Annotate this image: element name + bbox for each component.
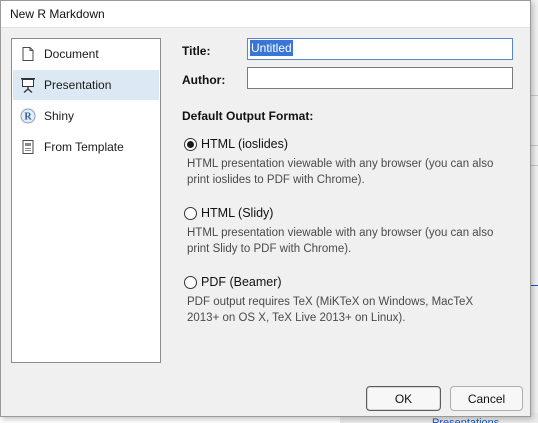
description-line: print ioslides to PDF with Chrome). xyxy=(187,174,365,186)
ioslides-radio[interactable] xyxy=(184,137,197,151)
sidebar-item-label: From Template xyxy=(44,140,124,154)
author-input[interactable] xyxy=(247,67,513,89)
author-label: Author: xyxy=(182,73,226,87)
beamer-description: PDF output requires TeX (MiKTeX on Windo… xyxy=(187,294,517,326)
format-option-beamer[interactable]: PDF (Beamer) xyxy=(184,275,282,289)
sidebar-item-document[interactable]: Document xyxy=(13,39,159,69)
template-icon xyxy=(20,139,36,155)
sidebar-item-from-template[interactable]: From Template xyxy=(13,132,159,162)
description-line: 2013+ on OS X, TeX Live 2013+ on Linux). xyxy=(187,312,406,324)
format-option-slidy[interactable]: HTML (Slidy) xyxy=(184,206,273,220)
option-label: HTML (Slidy) xyxy=(201,206,274,220)
sidebar-item-label: Document xyxy=(44,47,99,61)
sidebar-item-presentation[interactable]: Presentation xyxy=(13,70,159,100)
option-label: HTML (ioslides) xyxy=(201,137,289,151)
title-label: Title: xyxy=(182,44,211,58)
dialog-titlebar[interactable]: New R Markdown xyxy=(1,1,530,28)
sidebar-item-label: Presentation xyxy=(44,78,112,92)
category-list[interactable]: Document Presentation R Shiny From Templ… xyxy=(11,38,161,363)
slidy-description: HTML presentation viewable with any brow… xyxy=(187,225,517,257)
description-line: print Slidy to PDF with Chrome). xyxy=(187,243,352,255)
shiny-r-icon: R xyxy=(20,108,36,124)
sidebar-item-label: Shiny xyxy=(44,109,75,123)
option-label: PDF (Beamer) xyxy=(201,275,282,289)
cancel-button[interactable]: Cancel xyxy=(450,386,523,411)
slidy-radio[interactable] xyxy=(184,206,197,220)
ioslides-description: HTML presentation viewable with any brow… xyxy=(187,156,517,188)
description-line: HTML presentation viewable with any brow… xyxy=(187,227,494,239)
output-format-heading: Default Output Format: xyxy=(182,109,314,123)
svg-text:R: R xyxy=(24,112,32,123)
sidebar-item-shiny[interactable]: R Shiny xyxy=(13,101,159,131)
description-line: PDF output requires TeX (MiKTeX on Windo… xyxy=(187,296,474,308)
title-input[interactable]: Untitled xyxy=(247,38,513,60)
beamer-radio[interactable] xyxy=(184,275,197,289)
new-r-markdown-dialog: New R Markdown Document Presentation R S… xyxy=(0,0,531,417)
presentation-icon xyxy=(20,77,36,93)
format-option-ioslides[interactable]: HTML (ioslides) xyxy=(184,137,288,151)
ok-button[interactable]: OK xyxy=(366,386,441,411)
title-input-value: Untitled xyxy=(250,40,293,56)
dialog-title: New R Markdown xyxy=(10,7,105,21)
description-line: HTML presentation viewable with any brow… xyxy=(187,158,494,170)
document-icon xyxy=(20,46,36,62)
